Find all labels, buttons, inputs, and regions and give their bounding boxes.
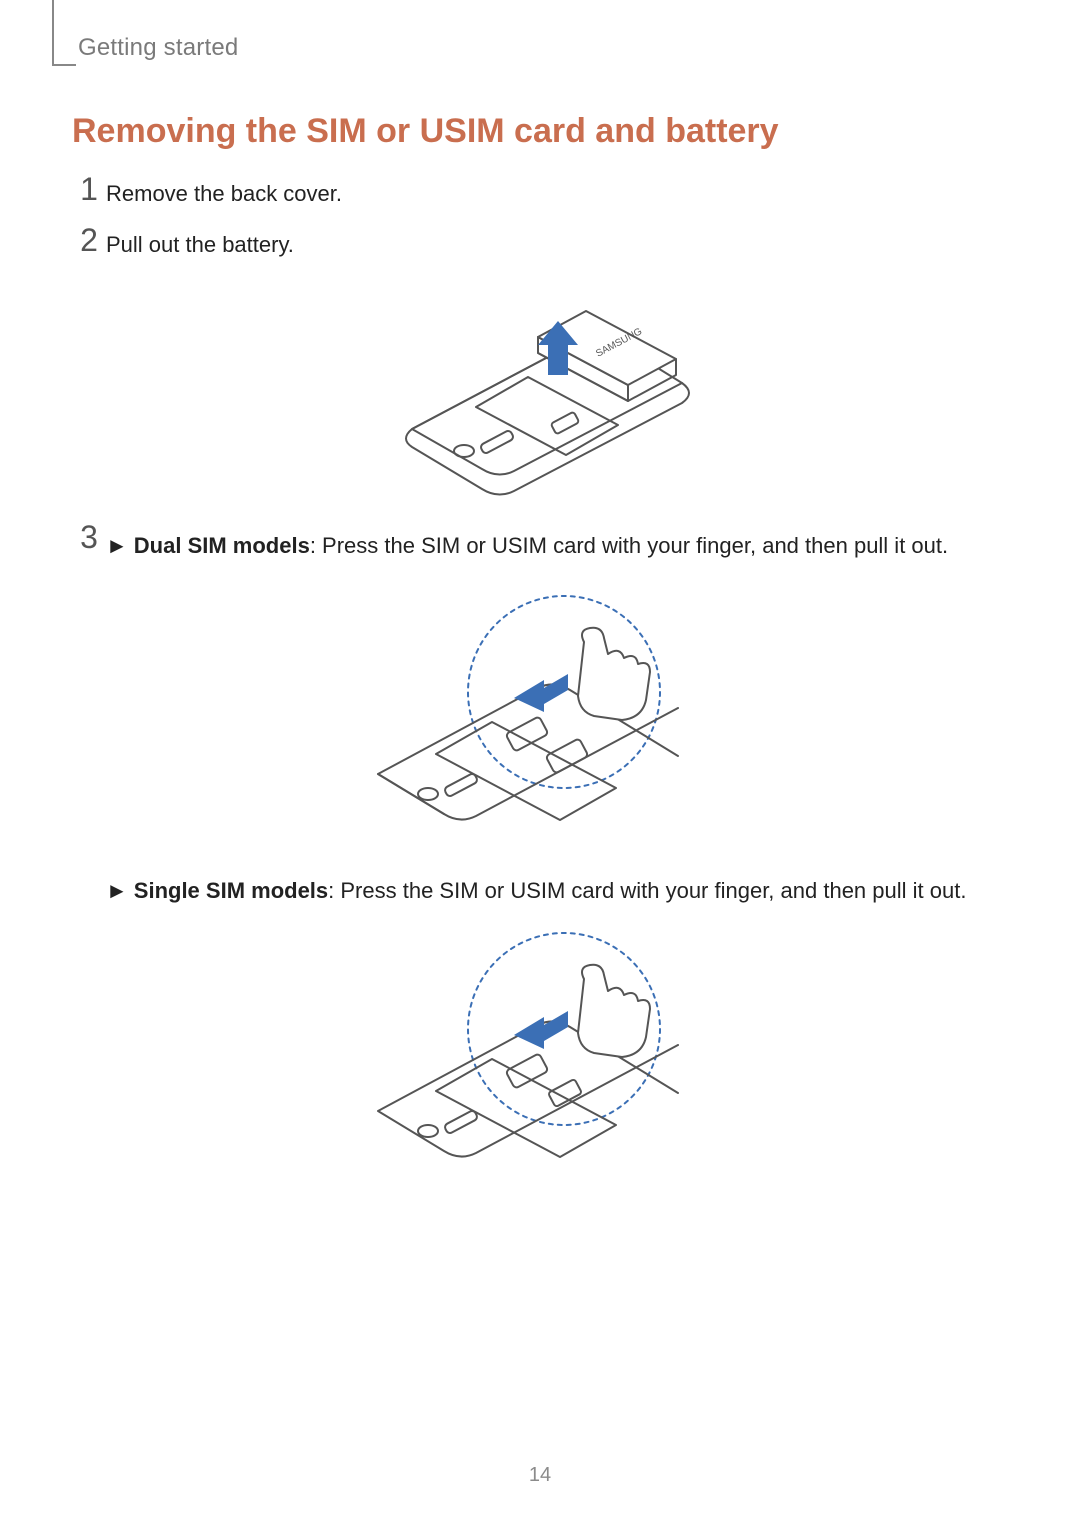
dual-sim-removal-illustration (332, 588, 752, 848)
main-content: Removing the SIM or USIM card and batter… (72, 98, 1012, 1211)
bullet-triangle-icon: ► (106, 874, 128, 907)
bullet-triangle-icon: ► (106, 529, 128, 562)
step-text: Pull out the battery. (106, 228, 1012, 261)
step-number: 3 (72, 521, 106, 553)
model-label: Single SIM models (134, 878, 328, 903)
step-3: 3 ►Dual SIM models: Press the SIM or USI… (72, 525, 1012, 570)
step-2: 2 Pull out the battery. (72, 228, 1012, 261)
step-3a: ►Dual SIM models: Press the SIM or USIM … (106, 529, 1012, 562)
running-header: Getting started (78, 34, 238, 62)
crop-mark (52, 0, 76, 66)
step-text: : Press the SIM or USIM card with your f… (310, 533, 948, 558)
step-number: 2 (72, 224, 106, 256)
page-number: 14 (0, 1464, 1080, 1487)
step-text: : Press the SIM or USIM card with your f… (328, 878, 966, 903)
single-sim-removal-illustration (332, 925, 752, 1185)
step-number: 1 (72, 173, 106, 205)
step-text: Remove the back cover. (106, 177, 1012, 210)
section-title: Removing the SIM or USIM card and batter… (72, 112, 1012, 151)
step-3b: ►Single SIM models: Press the SIM or USI… (106, 874, 1012, 907)
battery-removal-illustration: SAMSUNG (352, 279, 732, 499)
step-1: 1 Remove the back cover. (72, 177, 1012, 210)
model-label: Dual SIM models (134, 533, 310, 558)
